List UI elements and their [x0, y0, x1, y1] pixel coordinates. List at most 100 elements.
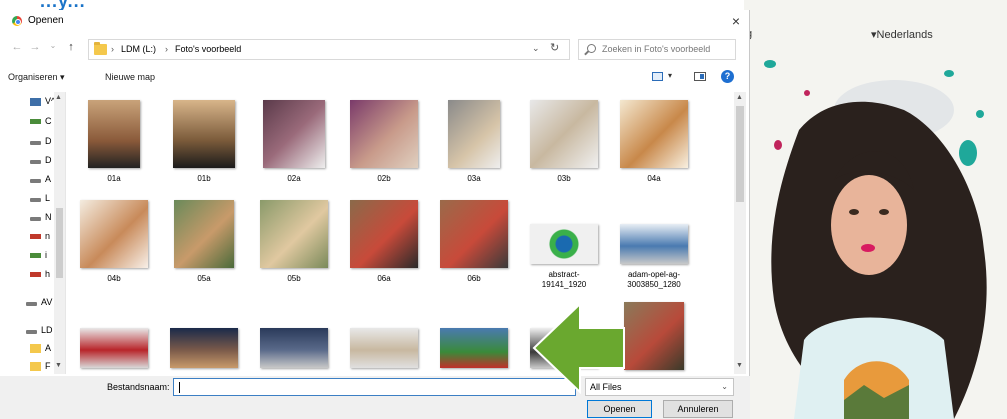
file-item[interactable]: 06b	[438, 200, 510, 284]
file-item[interactable]: 04b	[78, 200, 150, 284]
file-name: adam-opel-ag-3003850_1280	[627, 270, 681, 289]
nav-item[interactable]: C	[30, 116, 52, 132]
organize-button[interactable]: Organiseren ▾	[8, 72, 65, 83]
breadcrumb-separator: ›	[165, 44, 168, 54]
open-button[interactable]: Openen	[587, 400, 652, 418]
scroll-thumb[interactable]	[736, 106, 744, 202]
scroll-up-icon[interactable]: ▲	[55, 94, 62, 101]
up-button[interactable]: ↑	[64, 41, 78, 53]
toolbar: Organiseren ▾ Nieuwe map ▾ ?	[0, 67, 750, 89]
new-folder-button[interactable]: Nieuwe map	[105, 72, 155, 82]
file-item[interactable]: 01b	[168, 100, 240, 184]
view-icon[interactable]	[652, 72, 663, 81]
text-caret	[179, 382, 180, 393]
file-name: 03b	[557, 174, 571, 183]
file-name: 01a	[107, 174, 121, 183]
file-name: 05a	[197, 274, 211, 283]
file-item[interactable]: 02a	[258, 100, 330, 184]
preview-pane-icon[interactable]	[694, 72, 706, 81]
usb-drive-icon	[30, 234, 41, 240]
nav-item[interactable]: D	[30, 136, 52, 152]
nav-scrollbar[interactable]: ▲ ▼	[54, 92, 65, 374]
nav-item[interactable]: F	[30, 361, 51, 374]
dialog-title: Openen	[28, 15, 64, 26]
title-bar: Openen ×	[0, 10, 750, 32]
view-dropdown-icon[interactable]: ▾	[668, 71, 672, 80]
file-thumbnail	[260, 200, 328, 268]
file-thumbnail	[530, 224, 598, 264]
chevron-down-icon[interactable]: ⌄	[532, 43, 540, 54]
file-scrollbar[interactable]: ▲ ▼	[734, 92, 746, 374]
file-item[interactable]: 06a	[348, 200, 420, 284]
nav-item[interactable]: V^	[30, 96, 55, 112]
drive-icon	[30, 140, 41, 145]
file-thumbnail	[440, 328, 508, 368]
close-button[interactable]: ×	[726, 12, 746, 30]
navigation-pane: V^ C D D A L N n i h AV LD A F ▲ ▼	[0, 92, 66, 374]
file-thumbnail	[80, 200, 148, 268]
file-item[interactable]	[78, 328, 150, 368]
filename-input[interactable]	[173, 378, 576, 396]
file-item[interactable]: adam-opel-ag-3003850_1280	[618, 224, 690, 290]
pc-icon	[30, 97, 41, 106]
file-name: 04b	[107, 274, 121, 283]
nav-item[interactable]: n	[30, 231, 50, 247]
recent-locations-button[interactable]: ⌄	[46, 41, 60, 50]
file-item[interactable]: 03b	[528, 100, 600, 184]
nav-item[interactable]: A	[30, 343, 51, 359]
file-thumbnail	[620, 100, 688, 168]
drive-icon	[30, 159, 41, 164]
breadcrumb-item[interactable]: LDM (L:)	[121, 44, 156, 54]
network-icon	[30, 119, 41, 125]
file-item[interactable]: 01a	[78, 100, 150, 184]
nav-item[interactable]: LD	[26, 325, 53, 341]
background-web-page: g ▾Nederlands	[744, 0, 1007, 419]
drive-icon	[30, 216, 41, 221]
file-item[interactable]	[438, 328, 510, 368]
address-bar[interactable]: › LDM (L:) › Foto's voorbeeld ⌄	[88, 39, 570, 60]
scroll-thumb[interactable]	[56, 208, 63, 278]
file-item[interactable]	[168, 328, 240, 368]
back-button[interactable]: ←	[10, 41, 24, 53]
file-thumbnail	[350, 328, 418, 368]
scroll-down-icon[interactable]: ▼	[55, 362, 62, 369]
file-thumbnail	[448, 100, 500, 168]
file-item[interactable]: 03a	[438, 100, 510, 184]
nav-item[interactable]: N	[30, 212, 52, 228]
chrome-icon	[12, 16, 22, 26]
scroll-up-icon[interactable]: ▲	[736, 94, 743, 101]
search-icon	[587, 44, 596, 53]
file-thumbnail	[620, 224, 688, 264]
file-item[interactable]: 05b	[258, 200, 330, 284]
nav-item[interactable]: A	[30, 174, 51, 190]
file-item[interactable]: 05a	[168, 200, 240, 284]
breadcrumb-item[interactable]: Foto's voorbeeld	[175, 44, 241, 54]
file-name: 04a	[647, 174, 661, 183]
file-item[interactable]: 04a	[618, 100, 690, 184]
drive-icon	[30, 197, 41, 202]
file-thumbnail	[350, 200, 418, 268]
breadcrumb-separator: ›	[111, 44, 114, 54]
file-item[interactable]	[258, 328, 330, 368]
file-thumbnail	[173, 100, 235, 168]
file-item[interactable]	[348, 328, 420, 368]
file-thumbnail	[530, 100, 598, 168]
nav-item[interactable]: L	[30, 193, 50, 209]
file-item[interactable]: 02b	[348, 100, 420, 184]
usb-drive-icon	[30, 272, 41, 278]
cancel-button[interactable]: Annuleren	[663, 400, 733, 418]
file-thumbnail	[440, 200, 508, 268]
file-thumbnail	[350, 100, 418, 168]
nav-item[interactable]: D	[30, 155, 52, 171]
nav-item[interactable]: i	[30, 250, 47, 266]
illustration-woman	[771, 101, 987, 419]
nav-item[interactable]: AV	[26, 297, 52, 313]
scroll-down-icon[interactable]: ▼	[736, 362, 743, 369]
file-item[interactable]: abstract-19141_1920	[528, 224, 600, 290]
help-icon[interactable]: ?	[721, 70, 734, 83]
search-input[interactable]: Zoeken in Foto's voorbeeld	[578, 39, 736, 60]
file-name: 06a	[377, 274, 391, 283]
nav-item[interactable]: h	[30, 269, 50, 285]
refresh-icon[interactable]: ↻	[550, 41, 559, 54]
forward-button[interactable]: →	[28, 41, 42, 53]
